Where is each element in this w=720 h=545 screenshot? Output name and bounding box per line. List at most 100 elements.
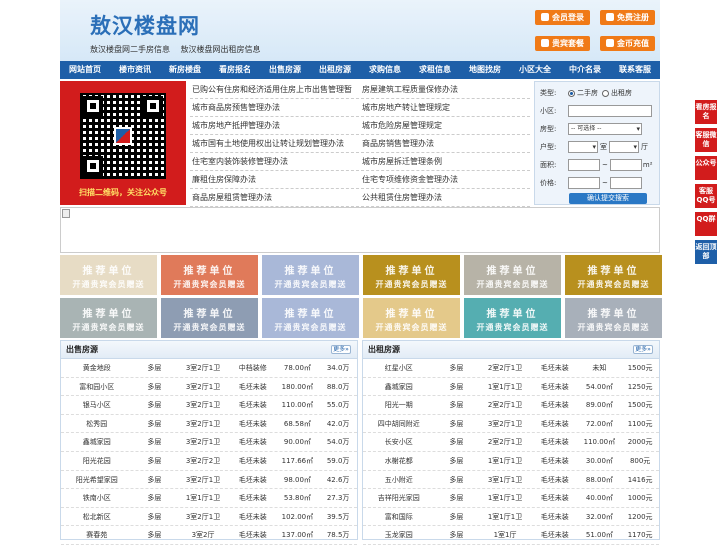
community-name[interactable]: 阳光花园 — [61, 452, 133, 470]
site-logo[interactable]: 敖汉楼盘网 — [90, 10, 200, 40]
news-link[interactable]: 城市商品房预售管理办法 — [190, 99, 360, 116]
table-row[interactable]: 富和园小区 多层 3室2厅1卫 毛坯未装 180.00㎡ 88.0万 — [61, 378, 357, 397]
community-name[interactable]: 黄金地段 — [61, 359, 133, 377]
price-min-input[interactable] — [568, 177, 600, 189]
recommended-unit-slot[interactable]: 推荐单位 开通贵宾会员赠送 — [60, 298, 157, 338]
community-name[interactable]: 银马小区 — [61, 396, 133, 414]
table-row[interactable]: 吉祥阳光家园 多层 1室1厅1卫 毛坯未装 40.00㎡ 1000元 — [363, 489, 659, 508]
table-row[interactable]: 长安小区 多层 2室2厅1卫 毛坯未装 110.00㎡ 2000元 — [363, 433, 659, 452]
nav-contact[interactable]: 联系客服 — [610, 61, 660, 79]
community-name[interactable]: 阳光一期 — [363, 396, 435, 414]
nav-home[interactable]: 网站首页 — [60, 61, 110, 79]
news-link[interactable]: 房屋建筑工程质量保修办法 — [360, 81, 530, 98]
recommended-unit-slot[interactable]: 推荐单位 开通贵宾会员赠送 — [60, 255, 157, 295]
community-name[interactable]: 鑫城家园 — [363, 378, 435, 396]
vip-package-button[interactable]: 贵宾套餐 — [535, 36, 590, 51]
table-row[interactable]: 阳光一期 多层 2室2厅1卫 毛坯未装 89.00㎡ 1500元 — [363, 396, 659, 415]
community-name[interactable]: 富和国际 — [363, 508, 435, 526]
community-name[interactable]: 五小附近 — [363, 471, 435, 489]
recommended-unit-slot[interactable]: 推荐单位 开通贵宾会员赠送 — [161, 255, 258, 295]
qq-float[interactable]: 客服QQ号 — [695, 184, 717, 208]
community-name[interactable]: 阳光希望家园 — [61, 471, 133, 489]
community-name[interactable]: 铁南小区 — [61, 489, 133, 507]
recommended-unit-slot[interactable]: 推荐单位 开通贵宾会员赠送 — [363, 255, 460, 295]
news-link[interactable]: 城市房屋拆迁管理条例 — [360, 153, 530, 170]
table-row[interactable]: 阳光花园 多层 3室2厅2卫 毛坯未装 117.66㎡ 59.0万 — [61, 452, 357, 471]
news-link[interactable]: 城市危险房屋管理规定 — [360, 117, 530, 134]
recommended-unit-slot[interactable]: 推荐单位 开通贵宾会员赠送 — [161, 298, 258, 338]
nav-communities[interactable]: 小区大全 — [510, 61, 560, 79]
news-link[interactable]: 住宅室内装饰装修管理办法 — [190, 153, 360, 170]
table-row[interactable]: 阳光希望家园 多层 3室2厅1卫 毛坯未装 98.00㎡ 42.6万 — [61, 471, 357, 490]
secondhand-link[interactable]: 敖汉楼盘网二手房信息 — [90, 45, 170, 54]
rental-radio[interactable] — [602, 89, 609, 97]
community-name[interactable]: 松秀园 — [61, 415, 133, 433]
table-row[interactable]: 鑫城家园 多层 3室2厅1卫 毛坯未装 90.00㎡ 54.0万 — [61, 433, 357, 452]
wechat-float[interactable]: 客服微信 — [695, 128, 717, 152]
news-link[interactable]: 公共租赁住房管理办法 — [360, 189, 530, 206]
table-row[interactable]: 赛春苑 多层 3室2厅 毛坯未装 137.00㎡ 78.5万 — [61, 526, 357, 545]
table-row[interactable]: 黄金地段 多层 3室2厅1卫 中档装修 78.00㎡ 34.0万 — [61, 359, 357, 378]
table-row[interactable]: 银马小区 多层 3室2厅1卫 毛坯未装 110.00㎡ 55.0万 — [61, 396, 357, 415]
news-link[interactable]: 商品房销售管理办法 — [360, 135, 530, 152]
coin-recharge-button[interactable]: 金币充值 — [600, 36, 655, 51]
community-name[interactable]: 富和园小区 — [61, 378, 133, 396]
housetype-select[interactable]: -- 可选择 -- — [568, 123, 642, 135]
community-input[interactable] — [568, 105, 652, 117]
nav-for-sale[interactable]: 出售房源 — [260, 61, 310, 79]
nav-for-rent[interactable]: 出租房源 — [310, 61, 360, 79]
register-button[interactable]: 免费注册 — [600, 10, 655, 25]
nav-want-rent[interactable]: 求租信息 — [410, 61, 460, 79]
table-row[interactable]: 五小附近 多层 3室1厅1卫 毛坯未装 88.00㎡ 1416元 — [363, 471, 659, 490]
recommended-unit-slot[interactable]: 推荐单位 开通贵宾会员赠送 — [363, 298, 460, 338]
news-link[interactable]: 住宅专项维修资金管理办法 — [360, 171, 530, 188]
community-name[interactable]: 水榭花都 — [363, 452, 435, 470]
news-link[interactable]: 廉租住房保障办法 — [190, 171, 360, 188]
nav-news[interactable]: 楼市资讯 — [110, 61, 160, 79]
recommended-unit-slot[interactable]: 推荐单位 开通贵宾会员赠送 — [464, 298, 561, 338]
table-row[interactable]: 四中胡同附近 多层 3室2厅1卫 毛坯未装 72.00㎡ 1100元 — [363, 415, 659, 434]
hall-select[interactable] — [609, 141, 639, 153]
recommended-unit-slot[interactable]: 推荐单位 开通贵宾会员赠送 — [262, 298, 359, 338]
official-account-float[interactable]: 公众号 — [695, 156, 717, 180]
community-name[interactable]: 吉祥阳光家园 — [363, 489, 435, 507]
viewing-signup-float[interactable]: 看房报名 — [695, 100, 717, 124]
table-row[interactable]: 鑫城家园 多层 1室1厅1卫 毛坯未装 54.00㎡ 1250元 — [363, 378, 659, 397]
price-max-input[interactable] — [609, 177, 642, 189]
table-row[interactable]: 玉龙家园 多层 1室1厅 毛坯未装 51.00㎡ 1170元 — [363, 526, 659, 545]
recommended-unit-slot[interactable]: 推荐单位 开通贵宾会员赠送 — [565, 298, 662, 338]
area-min-input[interactable] — [568, 159, 600, 171]
area-max-input[interactable] — [609, 159, 642, 171]
rental-link[interactable]: 敖汉楼盘网出租房信息 — [181, 45, 261, 54]
table-row[interactable]: 红星小区 多层 2室2厅1卫 毛坯未装 未知 1500元 — [363, 359, 659, 378]
news-link[interactable]: 城市国有土地使用权出让转让规划管理办法 — [190, 135, 360, 152]
news-link[interactable]: 城市房地产转让管理规定 — [360, 99, 530, 116]
nav-viewing-signup[interactable]: 看房报名 — [210, 61, 260, 79]
login-button[interactable]: 会员登录 — [535, 10, 590, 25]
table-row[interactable]: 松北新区 多层 3室2厅1卫 毛坯未装 102.00㎡ 39.5万 — [61, 508, 357, 527]
community-name[interactable]: 红星小区 — [363, 359, 435, 377]
recommended-unit-slot[interactable]: 推荐单位 开通贵宾会员赠送 — [565, 255, 662, 295]
rent-more-button[interactable]: 更多» — [633, 345, 653, 354]
secondhand-radio[interactable] — [568, 89, 575, 97]
back-to-top-float[interactable]: 返回顶部 — [695, 240, 717, 264]
community-name[interactable]: 四中胡同附近 — [363, 415, 435, 433]
news-link[interactable]: 城市房地产抵押管理办法 — [190, 117, 360, 134]
nav-agents[interactable]: 中介名录 — [560, 61, 610, 79]
nav-want-buy[interactable]: 求购信息 — [360, 61, 410, 79]
news-link[interactable]: 商品房屋租赁管理办法 — [190, 189, 360, 206]
table-row[interactable]: 铁南小区 多层 1室1厅1卫 毛坯未装 53.80㎡ 27.3万 — [61, 489, 357, 508]
qq-group-float[interactable]: QQ群 — [695, 212, 717, 236]
table-row[interactable]: 富和国际 多层 1室1厅1卫 毛坯未装 32.00㎡ 1200元 — [363, 508, 659, 527]
recommended-unit-slot[interactable]: 推荐单位 开通贵宾会员赠送 — [262, 255, 359, 295]
community-name[interactable]: 玉龙家园 — [363, 526, 435, 544]
room-select[interactable] — [568, 141, 598, 153]
news-link[interactable]: 已购公有住房和经济适用住房上市出售管理暂 — [190, 81, 360, 98]
table-row[interactable]: 松秀园 多层 3室2厅1卫 毛坯未装 68.58㎡ 42.0万 — [61, 415, 357, 434]
nav-new-homes[interactable]: 新房楼盘 — [160, 61, 210, 79]
search-submit-button[interactable]: 确认提交搜索 — [569, 193, 647, 204]
community-name[interactable]: 鑫城家园 — [61, 433, 133, 451]
community-name[interactable]: 松北新区 — [61, 508, 133, 526]
sale-more-button[interactable]: 更多» — [331, 345, 351, 354]
recommended-unit-slot[interactable]: 推荐单位 开通贵宾会员赠送 — [464, 255, 561, 295]
